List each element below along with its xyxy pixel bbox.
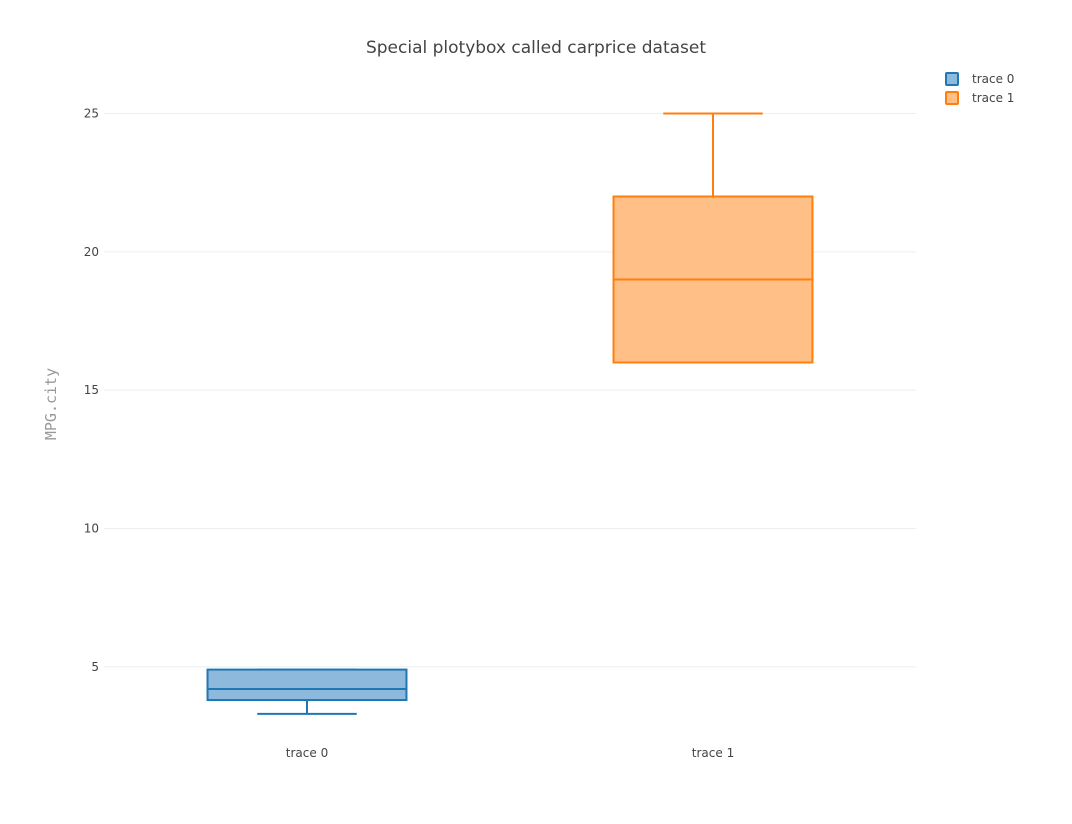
y-axis-label: MPG.city bbox=[42, 368, 60, 440]
x-tick-label-0: trace 0 bbox=[286, 746, 328, 760]
y-tick-label-5: 5 bbox=[91, 660, 99, 674]
y-tick-label-25: 25 bbox=[84, 107, 99, 121]
x-tick-label-1: trace 1 bbox=[692, 746, 734, 760]
legend-swatch bbox=[945, 91, 959, 105]
y-axis-ticks: 5 10 15 20 25 bbox=[84, 107, 99, 674]
legend-item-0[interactable]: trace 0 bbox=[945, 72, 1014, 86]
y-tick-label-10: 10 bbox=[84, 522, 99, 536]
legend-label: trace 0 bbox=[972, 72, 1014, 86]
chart-title: Special plotybox called carprice dataset bbox=[366, 38, 706, 58]
box-1 bbox=[612, 112, 814, 364]
legend[interactable]: trace 0 trace 1 bbox=[945, 72, 1014, 105]
y-tick-label-15: 15 bbox=[84, 383, 99, 397]
box-series bbox=[206, 112, 814, 715]
interquartile-box bbox=[206, 668, 408, 702]
x-axis-ticks: trace 0 trace 1 bbox=[286, 746, 734, 760]
box-0 bbox=[206, 668, 408, 715]
box-plot-chart: Special plotybox called carprice dataset… bbox=[42, 38, 1014, 760]
legend-label: trace 1 bbox=[972, 91, 1014, 105]
y-tick-label-20: 20 bbox=[84, 245, 99, 259]
legend-item-1[interactable]: trace 1 bbox=[945, 91, 1014, 105]
legend-swatch bbox=[945, 72, 959, 86]
